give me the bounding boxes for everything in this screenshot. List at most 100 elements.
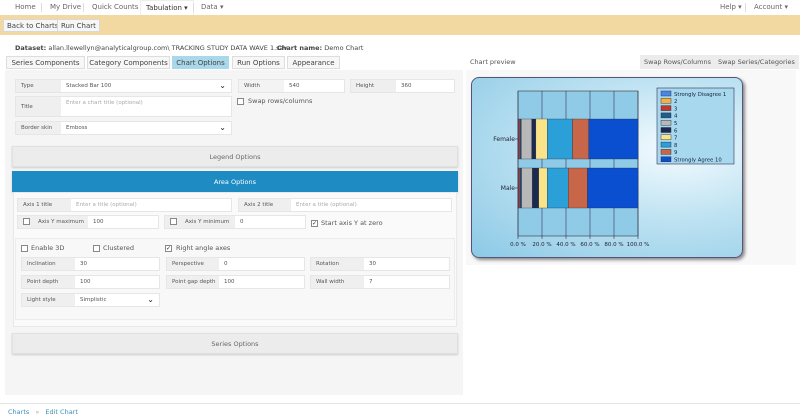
chart-name-label: Chart name: <box>277 44 323 52</box>
rotation-value[interactable]: 30 <box>364 258 449 270</box>
wall-width-value[interactable]: 7 <box>364 276 449 288</box>
point-gap-depth-label: Point gap depth <box>167 276 219 288</box>
inclination-field[interactable]: Inclination 30 <box>21 257 160 271</box>
axis-y-min-value[interactable]: 0 <box>235 216 305 228</box>
axis-y-min-checkbox[interactable] <box>170 218 177 225</box>
nav-account[interactable]: Account ▾ <box>754 3 788 11</box>
title-label: Title <box>16 97 61 116</box>
breadcrumb: Charts » Edit Chart <box>8 408 78 416</box>
height-field[interactable]: Height 360 <box>350 79 455 93</box>
legend-label: 2 <box>674 99 677 105</box>
title-field[interactable]: Title Enter a chart title (optional) <box>15 96 232 117</box>
bar-segment-female-8 <box>547 118 573 160</box>
nav-data[interactable]: Data ▾ <box>201 3 223 11</box>
category-label: Male <box>501 185 516 192</box>
type-value: Stacked Bar 100 <box>66 83 112 89</box>
back-to-charts-button[interactable]: Back to Charts <box>3 19 63 32</box>
swap-rows-columns-button[interactable]: Swap Rows/Columns <box>640 55 715 69</box>
tab-series-components[interactable]: Series Components <box>6 56 85 69</box>
tab-chart-options[interactable]: Chart Options <box>172 56 229 69</box>
bar-segment-female-6 <box>531 118 537 160</box>
axis2-title-field[interactable]: Axis 2 title Enter a title (optional) <box>238 198 452 212</box>
tab-appearance[interactable]: Appearance <box>287 56 340 69</box>
right-angle-axes-checkbox[interactable]: ✓ <box>165 245 172 252</box>
footer-divider <box>0 403 800 404</box>
axis1-title-field[interactable]: Axis 1 title Enter a title (optional) <box>17 198 232 212</box>
axis-y-max-checkbox[interactable] <box>23 218 30 225</box>
axis-y-min-field[interactable]: Axis Y minimum 0 <box>164 215 306 229</box>
legend-swatch <box>660 112 672 119</box>
dataset-info: Dataset: allan.llewellyn@analyticalgroup… <box>15 44 287 52</box>
height-label: Height <box>351 80 396 92</box>
chevron-down-icon: ⌄ <box>219 123 226 132</box>
nav-help[interactable]: Help ▾ <box>720 3 742 11</box>
legend-swatch <box>660 120 672 126</box>
legend-label: 9 <box>674 150 677 156</box>
legend-label: 5 <box>674 121 677 127</box>
point-depth-value[interactable]: 100 <box>75 276 159 288</box>
bar-segment-male-3 <box>518 167 521 209</box>
swap-rows-checkbox[interactable] <box>237 98 244 105</box>
legend-options-header[interactable]: Legend Options <box>12 146 458 167</box>
bar-segment-male-9 <box>568 167 588 209</box>
swap-series-categories-button[interactable]: Swap Series/Categories <box>714 55 799 69</box>
bar-segment-female-5 <box>521 118 532 160</box>
axis1-input[interactable]: Enter a title (optional) <box>71 199 231 211</box>
breadcrumb-separator: » <box>35 408 40 416</box>
enable-3d-checkbox[interactable] <box>21 245 28 252</box>
start-axis-zero-checkbox[interactable]: ✓ <box>311 220 318 227</box>
axis-y-max-field[interactable]: Axis Y maximum 100 <box>17 215 159 229</box>
chart-name-info: Chart name: Demo Chart <box>277 44 363 52</box>
nav-my-drive[interactable]: My Drive <box>50 3 81 11</box>
width-field[interactable]: Width 540 <box>238 79 345 93</box>
bar-segment-male-strongly-agree-10 <box>587 167 639 209</box>
tab-category-components[interactable]: Category Components <box>87 56 170 69</box>
width-value: 540 <box>289 83 300 89</box>
type-select[interactable]: Type Stacked Bar 100 ⌄ <box>15 79 232 93</box>
toolbar: Back to Charts Run Chart <box>0 15 800 35</box>
chart-preview-label: Chart preview <box>470 58 516 66</box>
legend-swatch <box>660 105 672 111</box>
x-tick-label: 100.0 % <box>627 242 650 248</box>
x-tick-label: 40.0 % <box>556 242 575 248</box>
rotation-field[interactable]: Rotation 30 <box>310 257 450 271</box>
bar-segment-female-3 <box>518 118 521 160</box>
perspective-value[interactable]: 0 <box>219 258 304 270</box>
legend-swatch <box>660 90 672 97</box>
breadcrumb-charts[interactable]: Charts <box>8 408 29 416</box>
x-tick-label: 80.0 % <box>604 242 623 248</box>
legend-swatch <box>660 127 672 133</box>
point-depth-label: Point depth <box>22 276 75 288</box>
tab-run-options[interactable]: Run Options <box>232 56 285 69</box>
clustered-checkbox[interactable] <box>93 245 100 252</box>
area-options-header[interactable]: Area Options <box>12 171 458 192</box>
point-gap-depth-field[interactable]: Point gap depth 100 <box>166 275 305 289</box>
swap-rows-label: Swap rows/columns <box>248 97 313 105</box>
bar-segment-male-6 <box>532 167 539 209</box>
bar-segment-male-7 <box>538 167 548 209</box>
bar-segment-male-8 <box>547 167 569 209</box>
wall-width-field[interactable]: Wall width 7 <box>310 275 450 289</box>
nav-quick-counts[interactable]: Quick Counts <box>92 3 138 11</box>
bar-segment-female-9 <box>572 118 589 160</box>
point-gap-depth-value[interactable]: 100 <box>219 276 304 288</box>
nav-home[interactable]: Home <box>15 3 36 11</box>
inclination-value[interactable]: 30 <box>75 258 159 270</box>
legend-label: Strongly Agree 10 <box>674 158 722 164</box>
category-label: Female <box>493 136 515 143</box>
stacked-bar-chart: 0.0 % 20.0 % 40.0 % 60.0 % 80.0 % 100.0 % Fema… <box>493 87 735 248</box>
border-skin-select[interactable]: Border skin Emboss ⌄ <box>15 121 232 135</box>
point-depth-field[interactable]: Point depth 100 <box>21 275 160 289</box>
width-label: Width <box>239 80 284 92</box>
chart-preview: 0.0 % 20.0 % 40.0 % 60.0 % 80.0 % 100.0 % Fema… <box>471 77 743 258</box>
axis2-label: Axis 2 title <box>239 199 291 211</box>
perspective-field[interactable]: Perspective 0 <box>166 257 305 271</box>
series-options-header[interactable]: Series Options <box>12 333 458 354</box>
legend-swatch <box>660 149 672 155</box>
axis-y-max-value[interactable]: 100 <box>88 216 158 228</box>
light-style-select[interactable]: Light style Simplistic ⌄ <box>21 293 160 307</box>
axis2-input[interactable]: Enter a title (optional) <box>291 199 451 211</box>
run-chart-button[interactable]: Run Chart <box>57 19 100 32</box>
title-input[interactable]: Enter a chart title (optional) <box>61 97 231 116</box>
wall-width-label: Wall width <box>311 276 364 288</box>
